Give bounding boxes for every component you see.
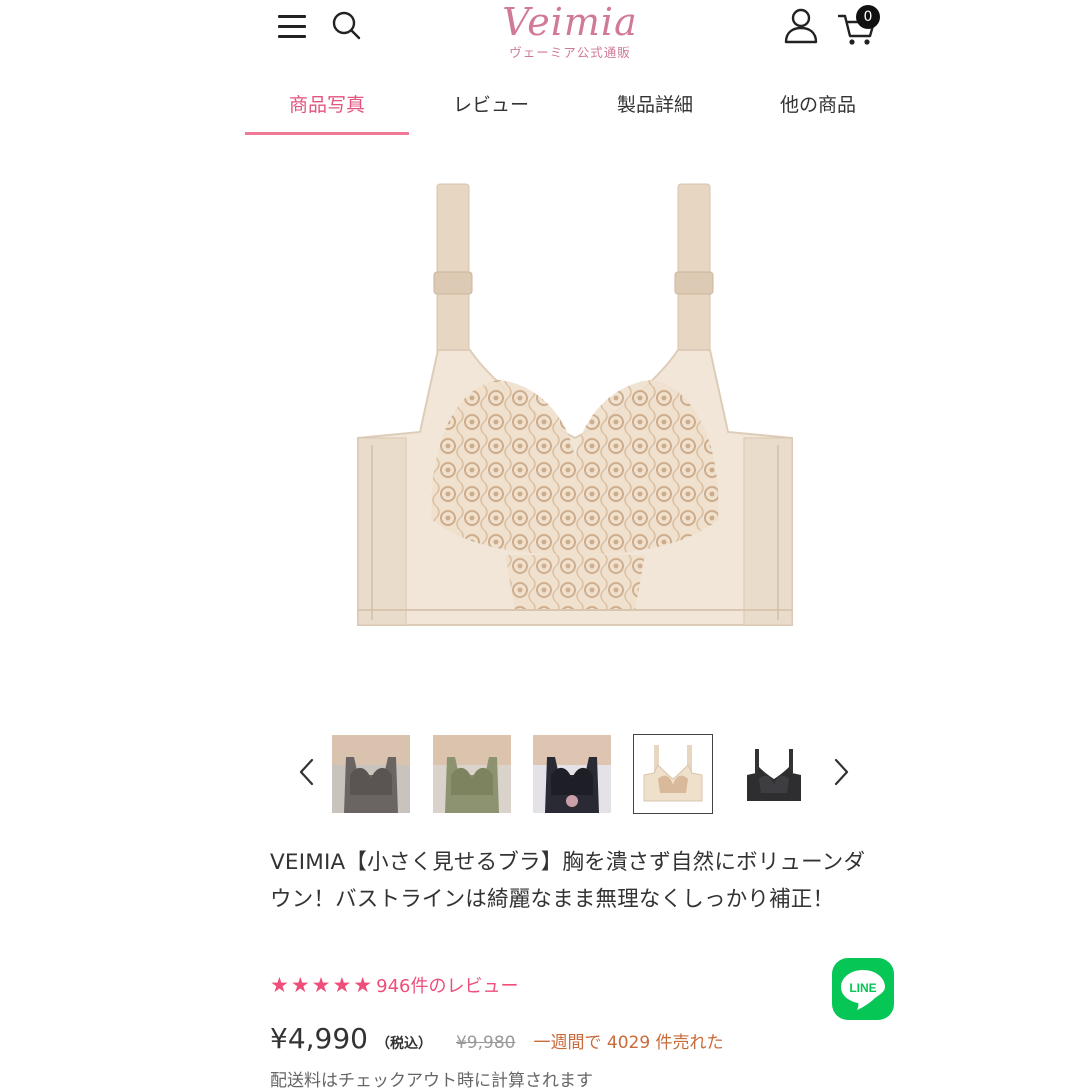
line-button[interactable]: LINE: [832, 958, 894, 1020]
product-title: VEIMIA【小さく見せるブラ】胸を潰さず自然にボリューンダウン！バストラインは…: [270, 850, 866, 912]
tax-label: （税込）: [375, 1036, 432, 1052]
cart-count-badge: 0: [856, 5, 880, 29]
star-rating-icon: ★★★★★: [270, 973, 375, 997]
product-thumbnail[interactable]: [433, 735, 511, 813]
line-button-label: LINE: [849, 981, 876, 995]
product-thumbnail[interactable]: [533, 735, 611, 813]
logo-text: Veimia: [502, 0, 638, 44]
product-thumbnail[interactable]: [332, 735, 410, 813]
tab-bar: 商品写真 レビュー 製品詳細 他の商品: [245, 80, 900, 138]
header: Veimia ヴェーミア公式通販 0: [0, 0, 1080, 70]
chevron-left-icon[interactable]: [292, 754, 322, 790]
chevron-right-icon[interactable]: [826, 754, 856, 790]
product-thumbnail[interactable]: [735, 735, 813, 813]
search-icon[interactable]: [330, 9, 362, 41]
rating-row: ★★★★★ 946件のレビュー: [270, 970, 519, 1000]
price: ¥4,990: [270, 1022, 368, 1055]
tab-photos[interactable]: 商品写真: [245, 80, 409, 134]
user-icon[interactable]: [782, 6, 820, 44]
shipping-note: 配送料はチェックアウト時に計算されます: [270, 1071, 593, 1091]
tab-reviews[interactable]: レビュー: [409, 80, 573, 134]
menu-icon[interactable]: [276, 12, 308, 40]
reviews-link[interactable]: 946件のレビュー: [376, 972, 518, 998]
product-main-image: [357, 183, 793, 626]
product-thumbnail-selected[interactable]: [633, 734, 713, 814]
original-price: ¥9,980: [455, 1033, 516, 1053]
logo-subtext: ヴェーミア公式通販: [509, 45, 631, 60]
active-tab-indicator: [245, 132, 409, 135]
line-chat-icon: LINE: [841, 970, 885, 1010]
logo[interactable]: Veimia ヴェーミア公式通販: [470, 0, 670, 70]
tab-other-products[interactable]: 他の商品: [736, 80, 900, 134]
tab-details[interactable]: 製品詳細: [573, 80, 737, 134]
price-row: ¥4,990 （税込） ¥9,980 一週間で 4029 件売れた: [270, 1022, 724, 1062]
sold-count: 一週間で 4029 件売れた: [533, 1033, 724, 1053]
